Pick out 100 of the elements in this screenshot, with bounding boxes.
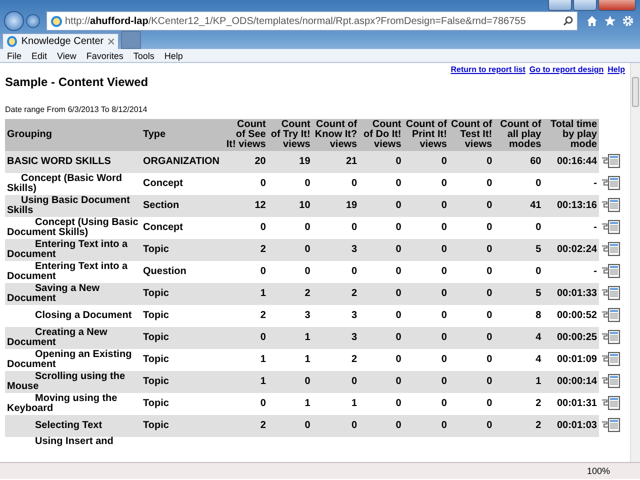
table-cell: 41: [494, 195, 544, 217]
table-cell: 1: [268, 349, 312, 371]
table-cell: 2: [312, 349, 360, 371]
table-cell: 0: [223, 261, 268, 283]
table-cell: 19: [268, 151, 312, 173]
table-cell: Section: [141, 195, 223, 217]
table-cell: Topic: [141, 239, 223, 261]
table-cell: Creating a New Document: [5, 327, 141, 349]
table-cell: 2: [223, 415, 268, 437]
close-icon[interactable]: [108, 38, 114, 45]
browser-tab[interactable]: Knowledge Center: [2, 33, 119, 49]
table-cell: 0: [403, 349, 449, 371]
menu-item[interactable]: Favorites: [81, 50, 128, 60]
table-cell: 0: [268, 239, 312, 261]
back-button[interactable]: [4, 11, 24, 31]
close-button[interactable]: [598, 0, 636, 11]
table-cell: Saving a New Document: [5, 283, 141, 305]
table-cell: Concept (Basic Word Skills): [5, 173, 141, 195]
scroll-thumb[interactable]: [632, 77, 639, 107]
report-link[interactable]: Help: [608, 65, 625, 74]
column-header: Count of See It! views: [223, 119, 268, 151]
zoom-level[interactable]: 100%: [586, 466, 610, 476]
report-link[interactable]: Return to report list: [450, 65, 526, 74]
drill-down-icon[interactable]: [601, 174, 621, 190]
drill-down-icon[interactable]: [601, 218, 621, 234]
star-icon[interactable]: [604, 15, 616, 27]
drill-down-icon[interactable]: [601, 240, 621, 256]
table-cell: 3: [312, 239, 360, 261]
menu-item[interactable]: File: [2, 50, 27, 60]
search-icon[interactable]: [563, 16, 573, 26]
table-cell: 0: [223, 393, 268, 415]
drill-down-icon[interactable]: [601, 416, 621, 432]
table-cell: 0: [403, 415, 449, 437]
table-cell: 0: [448, 371, 494, 393]
drill-down-icon[interactable]: [601, 350, 621, 366]
table-cell: 0: [312, 217, 360, 239]
scrollbar[interactable]: [630, 63, 640, 462]
forward-button[interactable]: [26, 14, 40, 28]
table-cell: 2: [494, 393, 544, 415]
browser-logo-icon: [51, 16, 62, 26]
drill-down-icon[interactable]: [601, 328, 621, 344]
table-cell: 0: [359, 327, 404, 349]
menu-item[interactable]: View: [52, 50, 82, 60]
table-cell: 0: [448, 261, 494, 283]
table-cell: 1: [223, 371, 268, 393]
address-bar[interactable]: http://ahufford-lap/KCenter12_1/KP_ODS/templates/normal/Rpt.aspx?FromDesign=False&rnd=786755: [46, 11, 578, 31]
column-header: Count of all play modes: [494, 119, 544, 151]
table-cell: ORGANIZATION: [141, 151, 223, 173]
table-cell: 3: [312, 305, 360, 327]
table-cell: 0: [268, 371, 312, 393]
table-cell: -: [543, 217, 599, 239]
table-cell: Topic: [141, 415, 223, 437]
column-header: Count of Test It! views: [448, 119, 494, 151]
table-cell: Topic: [141, 349, 223, 371]
table-cell: 0: [359, 239, 404, 261]
drill-down-icon[interactable]: [601, 152, 621, 168]
table-cell: 0: [403, 261, 449, 283]
table-cell: 0: [448, 283, 494, 305]
table-cell: 19: [312, 195, 360, 217]
minimize-button[interactable]: [548, 0, 572, 11]
drill-down-icon[interactable]: [601, 372, 621, 388]
drill-down-icon[interactable]: [601, 284, 621, 300]
table-cell: 00:01:31: [543, 393, 599, 415]
column-header: Count of Try It! views: [268, 119, 312, 151]
table-cell: 0: [268, 217, 312, 239]
table-cell: 0: [403, 371, 449, 393]
drill-down-icon[interactable]: [601, 262, 621, 278]
table-cell: 0: [403, 283, 449, 305]
table-cell: 0: [494, 261, 544, 283]
column-header: Grouping: [5, 119, 141, 151]
table-cell: 00:01:09: [543, 349, 599, 371]
menu-item[interactable]: Help: [159, 50, 188, 60]
drill-down-icon[interactable]: [601, 196, 621, 212]
table-cell: 0: [223, 173, 268, 195]
report-title: Sample - Content Viewed: [5, 75, 148, 89]
table-cell: 00:13:16: [543, 195, 599, 217]
drill-down-icon[interactable]: [601, 306, 621, 322]
table-cell: 0: [403, 327, 449, 349]
table-cell: 0: [312, 371, 360, 393]
drill-down-icon[interactable]: [601, 394, 621, 410]
table-cell: 0: [448, 305, 494, 327]
restore-button[interactable]: [573, 0, 597, 11]
table-cell: 2: [223, 305, 268, 327]
table-cell: 1: [268, 393, 312, 415]
table-cell: 0: [494, 217, 544, 239]
table-cell: 0: [312, 261, 360, 283]
settings-icon[interactable]: [622, 15, 634, 27]
menu-item[interactable]: Tools: [128, 50, 160, 60]
table-cell: 0: [268, 415, 312, 437]
table-cell: 0: [312, 173, 360, 195]
table-cell: 0: [403, 173, 449, 195]
table-cell: 10: [268, 195, 312, 217]
table-cell: 0: [359, 195, 404, 217]
table-cell: Topic: [141, 327, 223, 349]
table-cell: 12: [223, 195, 268, 217]
tab-title: Knowledge Center: [21, 36, 104, 47]
home-icon[interactable]: [586, 15, 598, 27]
menu-item[interactable]: Edit: [26, 50, 52, 60]
report-link[interactable]: Go to report design: [529, 65, 604, 74]
column-header: Total time by play mode: [543, 119, 599, 151]
